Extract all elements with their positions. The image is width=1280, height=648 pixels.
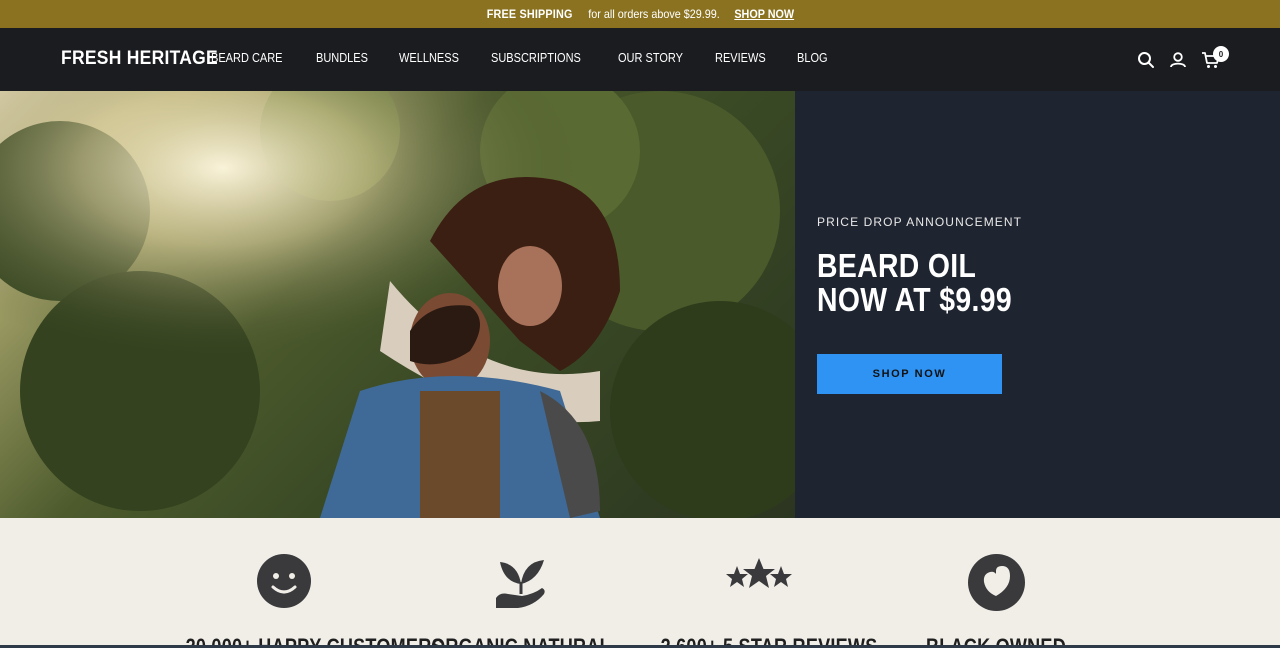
announcement-shop-link[interactable]: SHOP NOW <box>735 7 795 21</box>
smiley-icon <box>257 554 311 608</box>
announcement-bar: FREE SHIPPING for all orders above $29.9… <box>0 0 1280 28</box>
nav-item-beard-care[interactable]: BEARD CARE <box>211 51 283 65</box>
hero-headline: BEARD OIL NOW AT $9.99 <box>817 249 1012 317</box>
features-strip: 20,000+ HAPPY CUSTOMERS ORGANIC NATURAL … <box>0 518 1280 648</box>
main-nav: BEARD CARE BUNDLES WELLNESS SUBSCRIPTION… <box>211 51 856 65</box>
plant-hand-icon <box>496 560 545 608</box>
hero-eyebrow: PRICE DROP ANNOUNCEMENT <box>817 215 1023 229</box>
heart-icon <box>968 554 1025 611</box>
search-icon[interactable] <box>1136 50 1156 70</box>
site-logo[interactable]: FRESH HERITAGE <box>61 48 218 70</box>
hero-headline-line2: NOW AT $9.99 <box>817 281 1012 318</box>
nav-item-blog[interactable]: BLOG <box>797 51 828 65</box>
nav-item-bundles[interactable]: BUNDLES <box>316 51 368 65</box>
site-header: FRESH HERITAGE BEARD CARE BUNDLES WELLNE… <box>0 28 1280 91</box>
hero-panel: PRICE DROP ANNOUNCEMENT BEARD OIL NOW AT… <box>795 91 1280 518</box>
nav-item-wellness[interactable]: WELLNESS <box>399 51 459 65</box>
nav-item-our-story[interactable]: OUR STORY <box>618 51 683 65</box>
hero-image <box>0 91 795 518</box>
stars-icon <box>726 558 792 588</box>
announcement-strong: FREE SHIPPING <box>486 7 573 21</box>
account-icon[interactable] <box>1168 50 1188 70</box>
nav-item-reviews[interactable]: REVIEWS <box>715 51 766 65</box>
hero-shop-now-button[interactable]: SHOP NOW <box>817 354 1002 394</box>
nav-item-subscriptions[interactable]: SUBSCRIPTIONS <box>491 51 581 65</box>
hero-headline-line1: BEARD OIL <box>817 247 977 284</box>
cart-count-badge: 0 <box>1213 46 1229 62</box>
announcement-text: for all orders above $29.99. <box>588 7 721 21</box>
